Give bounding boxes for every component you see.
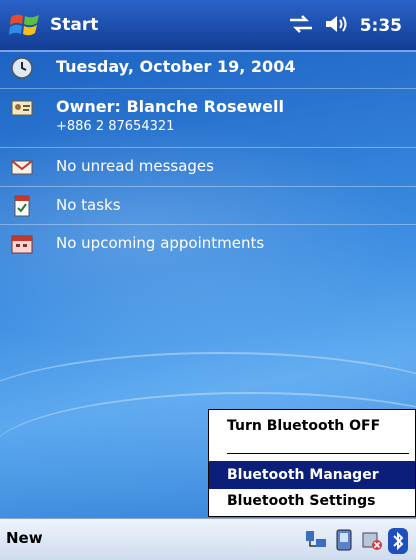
divider — [0, 147, 416, 148]
system-tray — [304, 527, 412, 554]
calendar-icon — [10, 232, 34, 256]
appointments-text: No upcoming appointments — [56, 234, 265, 252]
sync-icon[interactable] — [360, 528, 384, 552]
menu-item-turn-bluetooth-off[interactable]: Turn Bluetooth OFF — [209, 412, 415, 440]
bluetooth-popup-menu: Turn Bluetooth OFF Bluetooth Manager Blu… — [208, 409, 416, 517]
clock-time[interactable]: 5:35 — [360, 16, 402, 36]
owner-row[interactable]: Owner: Blanche Rosewell +886 2 87654321 — [0, 96, 416, 136]
date-text: Tuesday, October 19, 2004 — [56, 57, 296, 76]
bluetooth-icon[interactable] — [388, 528, 412, 554]
menu-separator — [227, 453, 409, 454]
tasks-icon — [10, 194, 34, 218]
inbox-icon — [10, 155, 34, 179]
messages-row[interactable]: No unread messages — [0, 155, 416, 179]
menu-item-bluetooth-manager[interactable]: Bluetooth Manager — [209, 461, 415, 489]
appointments-row[interactable]: No upcoming appointments — [0, 232, 416, 256]
tasks-row[interactable]: No tasks — [0, 194, 416, 218]
new-button[interactable]: New — [6, 529, 43, 547]
connectivity-icon[interactable] — [288, 13, 314, 39]
owner-card-icon — [10, 96, 34, 120]
menu-item-bluetooth-settings[interactable]: Bluetooth Settings — [209, 487, 415, 515]
tasks-text: No tasks — [56, 196, 121, 214]
start-menu-label[interactable]: Start — [50, 15, 98, 35]
volume-icon[interactable] — [324, 13, 350, 39]
messages-text: No unread messages — [56, 157, 214, 175]
clock-icon — [10, 56, 34, 80]
divider — [0, 88, 416, 89]
device-icon[interactable] — [332, 528, 356, 552]
windows-flag-icon[interactable] — [0, 0, 50, 51]
network-icon[interactable] — [304, 528, 328, 552]
divider — [0, 186, 416, 187]
title-bar: Start 5:35 — [0, 0, 416, 52]
date-row[interactable]: Tuesday, October 19, 2004 — [0, 56, 416, 80]
divider — [0, 224, 416, 225]
owner-name: Owner: Blanche Rosewell — [56, 97, 284, 116]
bottom-menu-bar: New — [0, 518, 416, 560]
owner-phone: +886 2 87654321 — [56, 119, 175, 134]
